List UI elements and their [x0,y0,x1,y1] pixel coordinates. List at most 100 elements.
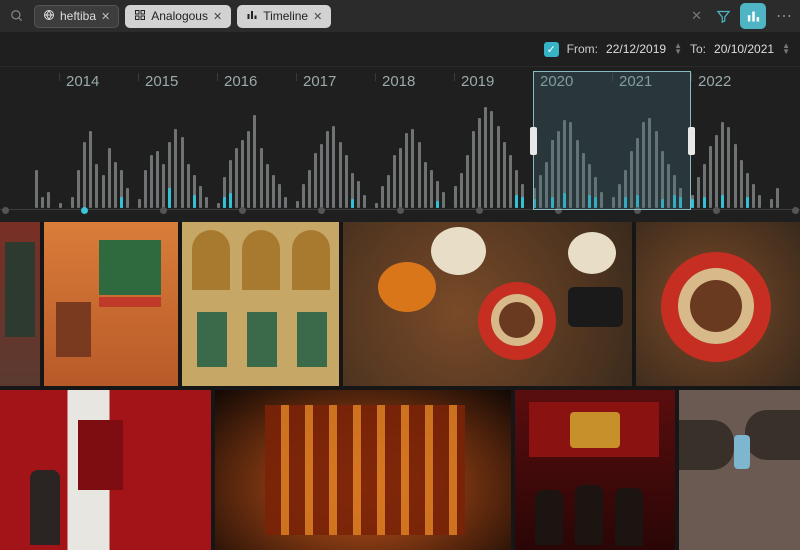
thumb-hands-sanitizer[interactable] [679,390,800,550]
thumb-red-facade-shoppers[interactable] [515,390,674,550]
histogram-bar [272,175,275,208]
thumb-coffee-pumpkins-flatlay[interactable] [343,222,632,386]
histogram-bar [102,175,105,208]
histogram-bar [217,203,220,209]
histogram-bar [509,155,512,208]
thumb-red-lit-building-night[interactable] [215,390,512,550]
histogram-bar [484,107,487,208]
thumb-orange-venetian-window[interactable] [0,222,40,386]
histogram-bar [393,155,396,208]
histogram-bar [108,148,111,209]
histogram-bar-highlight [351,199,354,208]
histogram-bar [126,188,129,208]
filter-chip-heftiba[interactable]: heftiba ✕ [34,5,119,28]
thumb-red-white-storefront-pedestrian[interactable] [0,390,211,550]
tagbar-right-controls: ✕ ⋯ [687,3,794,29]
histogram-bar [332,126,335,209]
thumb-latte-art-closeup[interactable] [636,222,800,386]
from-date-checkbox[interactable]: ✓ [544,42,559,57]
histogram-bar-highlight [691,199,694,208]
histogram-bar [199,186,202,208]
histogram-bar [95,164,98,208]
histogram-bar [174,129,177,208]
year-dot [476,207,483,214]
more-options-icon[interactable]: ⋯ [770,6,794,26]
histogram-bar [241,140,244,208]
histogram-bar [776,188,779,208]
histogram-bar [77,170,80,209]
year-label: 2017 [303,73,336,90]
histogram-bar [442,192,445,209]
histogram-bar [278,184,281,208]
histogram-bar [466,155,469,208]
year-label: 2015 [145,73,178,90]
histogram-bar [205,197,208,208]
histogram-bar [715,135,718,208]
histogram-bar [150,155,153,208]
histogram-bar [71,197,74,208]
histogram-bar [727,127,730,208]
histogram-bar-highlight [515,195,518,208]
year-dot [2,207,9,214]
histogram-bar [326,131,329,208]
histogram-bar [454,186,457,208]
histogram-bar [357,181,360,209]
search-icon[interactable] [6,5,28,27]
thumb-ornate-beige-facade[interactable] [182,222,339,386]
histogram-bar [302,184,305,208]
selection-handle-right[interactable] [688,127,695,155]
photo-grid [0,222,800,550]
selection-handle-left[interactable] [530,127,537,155]
histogram-bar [460,173,463,208]
histogram-bar [247,131,250,208]
filter-funnel-button[interactable] [710,3,736,29]
from-label: From: [567,42,598,56]
histogram-bar [709,146,712,208]
histogram-bar [35,170,38,209]
histogram-bar [144,170,147,209]
date-range-bar: ✓ From: 22/12/2019 ▲▼ To: 20/10/2021 ▲▼ [0,32,800,66]
histogram-bar-highlight [721,195,724,208]
histogram-bar [490,111,493,208]
timeline-histogram[interactable]: 201420152016201720182019202020212022 [0,66,800,222]
histogram-bar [83,142,86,208]
chip-remove-icon[interactable]: ✕ [213,10,222,23]
to-label: To: [690,42,706,56]
histogram-bar [89,131,92,208]
histogram-bar [266,164,269,208]
histogram-bar [697,177,700,208]
year-dot [81,207,88,214]
histogram-bar [47,192,50,209]
year-label: 2019 [461,73,494,90]
chip-remove-icon[interactable]: ✕ [101,10,110,23]
histogram-bar [411,129,414,208]
filter-chip-analogous[interactable]: Analogous ✕ [125,5,231,28]
histogram-bar [503,142,506,208]
timeline-selection[interactable] [533,71,691,210]
from-date-input[interactable]: 22/12/2019 [606,42,666,56]
from-date-stepper[interactable]: ▲▼ [674,43,682,55]
to-date-stepper[interactable]: ▲▼ [782,43,790,55]
histogram-bar [758,195,761,208]
filter-chip-timeline[interactable]: Timeline ✕ [237,5,331,28]
histogram-bar [181,137,184,209]
histogram-bar [424,162,427,208]
histogram-bar-highlight [168,188,171,208]
clear-filters-icon[interactable]: ✕ [687,8,706,24]
chip-label: heftiba [60,9,96,23]
histogram-bar [752,184,755,208]
histogram-bar [260,148,263,209]
histogram-bar [363,195,366,208]
thumb-green-shutters-orange-wall[interactable] [44,222,178,386]
histogram-bar [284,197,287,208]
histogram-bar [387,175,390,208]
histogram-bar [296,201,299,208]
to-date-input[interactable]: 20/10/2021 [714,42,774,56]
histogram-bar-highlight [521,197,524,208]
grid-icon [134,9,146,24]
chip-remove-icon[interactable]: ✕ [313,10,322,23]
year-label: 2016 [224,73,257,90]
timeline-view-button[interactable] [740,3,766,29]
histogram-bar [187,164,190,208]
histogram-bar [430,170,433,209]
